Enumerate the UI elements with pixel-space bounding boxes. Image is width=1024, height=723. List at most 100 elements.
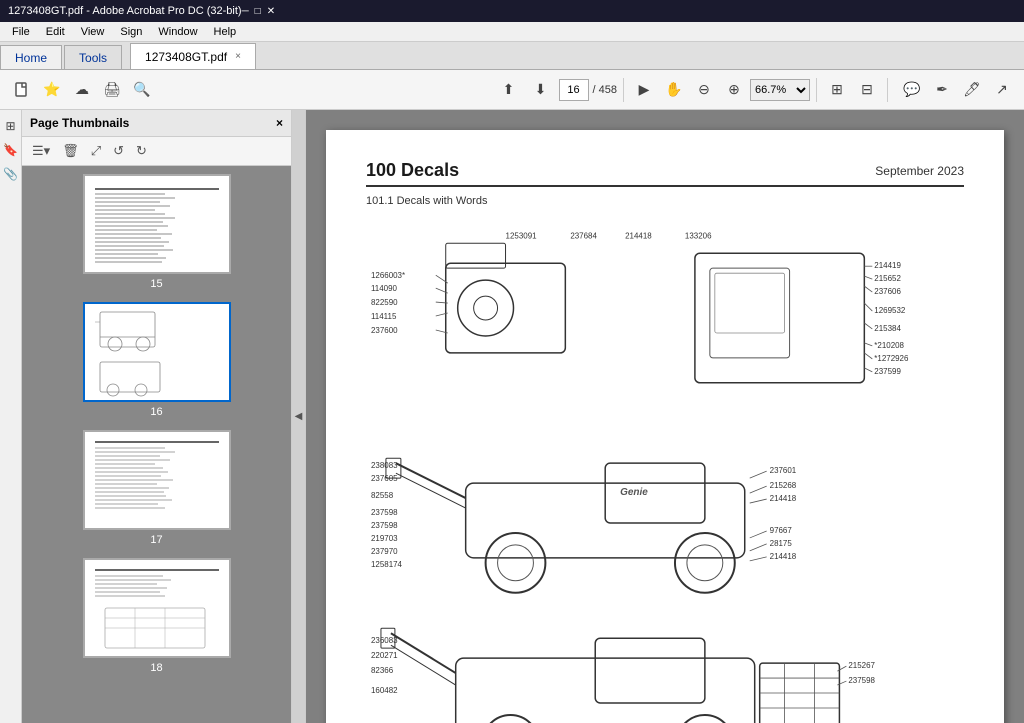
zoom-in-btn[interactable]: ⊕ — [720, 76, 748, 104]
menu-view[interactable]: View — [73, 22, 113, 41]
print-btn[interactable]: 🖨 — [98, 76, 126, 104]
menu-sign[interactable]: Sign — [112, 22, 150, 41]
thumbnail-label-18: 18 — [150, 662, 162, 674]
svg-text:28175: 28175 — [770, 539, 793, 548]
new-file-btn[interactable] — [8, 76, 36, 104]
svg-text:215268: 215268 — [770, 481, 797, 490]
menu-bar: File Edit View Sign Window Help — [0, 22, 1024, 42]
menu-file[interactable]: File — [4, 22, 38, 41]
svg-text:236083: 236083 — [371, 636, 398, 645]
tab-home[interactable]: Home — [0, 45, 62, 69]
toolbar: ⭐ ☁ 🖨 🔍 ⬆ ⬇ / 458 ▶ ✋ ⊖ ⊕ 66.7% 50% 75% … — [0, 70, 1024, 110]
thumbnail-item[interactable]: 18 — [83, 558, 231, 674]
pdf-header: 100 Decals September 2023 — [366, 160, 964, 187]
zoom-out-btn[interactable]: ⊖ — [690, 76, 718, 104]
prev-page-btn[interactable]: ⬆ — [495, 76, 523, 104]
tab-tools[interactable]: Tools — [64, 45, 122, 69]
sidebar-toolbar: ☰▾ 🗑 ⤢ ↺ ↻ — [22, 137, 291, 166]
svg-text:Genie: Genie — [620, 487, 648, 498]
svg-text:237599: 237599 — [874, 367, 901, 376]
highlight-btn[interactable]: 🖊 — [958, 76, 986, 104]
tab-doc-title: 1273408GT.pdf — [145, 50, 227, 64]
sidebar-undo-btn[interactable]: ↺ — [109, 141, 128, 161]
svg-text:220271: 220271 — [371, 651, 398, 660]
svg-text:82366: 82366 — [371, 666, 394, 675]
layers-icon[interactable]: ⊞ — [1, 116, 21, 136]
thumbnail-item[interactable]: 15 — [83, 174, 231, 290]
left-icon-panel: ⊞ 🔖 📎 — [0, 110, 22, 723]
next-page-btn[interactable]: ⬇ — [527, 76, 555, 104]
bookmark-btn[interactable]: ⭐ — [38, 76, 66, 104]
sidebar-menu-btn[interactable]: ☰▾ — [28, 141, 54, 161]
bookmarks-icon[interactable]: 🔖 — [1, 140, 21, 160]
thumbnail-item[interactable]: 17 — [83, 430, 231, 546]
comment-btn[interactable]: 💬 — [898, 76, 926, 104]
pdf-diagram-2: Genie 238083 237605 82558 237598 237598 … — [366, 433, 964, 603]
thumbnail-preview-18 — [85, 558, 229, 658]
tab-document[interactable]: 1273408GT.pdf × — [130, 43, 256, 69]
close-btn[interactable]: ✕ — [267, 6, 275, 17]
pdf-subsection: 101.1 Decals with Words — [366, 195, 964, 207]
pdf-viewer[interactable]: 100 Decals September 2023 101.1 Decals w… — [306, 110, 1024, 723]
svg-text:237606: 237606 — [874, 287, 901, 296]
fit-width-btn[interactable]: ⊟ — [853, 76, 881, 104]
new-file-icon — [14, 82, 30, 98]
svg-text:214418: 214418 — [770, 494, 797, 503]
svg-text:114090: 114090 — [371, 284, 398, 293]
sidebar-collapse-handle[interactable]: ◀ — [292, 110, 306, 723]
svg-text:97667: 97667 — [770, 526, 793, 535]
svg-text:237601: 237601 — [770, 466, 797, 475]
svg-text:237598: 237598 — [371, 521, 398, 530]
thumbnails-container: 15 — [22, 166, 291, 723]
search-btn[interactable]: 🔍 — [128, 76, 156, 104]
thumbnail-frame-17[interactable] — [83, 430, 231, 530]
svg-text:238083: 238083 — [371, 461, 398, 470]
svg-text:82558: 82558 — [371, 491, 394, 500]
svg-text:214419: 214419 — [874, 261, 901, 270]
hand-tool-btn[interactable]: ✋ — [660, 76, 688, 104]
sidebar-close-btn[interactable]: × — [276, 116, 283, 130]
svg-text:214418: 214418 — [770, 552, 797, 561]
thumbnail-label-15: 15 — [150, 278, 162, 290]
separator-1 — [623, 78, 624, 102]
maximize-btn[interactable]: □ — [255, 6, 261, 17]
sidebar-extract-btn[interactable]: ⤢ — [87, 141, 105, 161]
diagram-1-svg: 1266003* 114090 822590 114115 237600 125… — [366, 223, 964, 423]
minimize-btn[interactable]: ─ — [242, 6, 249, 17]
attach-icon[interactable]: 📎 — [1, 164, 21, 184]
svg-text:215384: 215384 — [874, 324, 901, 333]
diagram-2-svg: Genie 238083 237605 82558 237598 237598 … — [366, 433, 964, 603]
thumbnail-item[interactable]: 16 — [83, 302, 231, 418]
sidebar-header: Page Thumbnails × — [22, 110, 291, 137]
pointer-tool-btn[interactable]: ▶ — [630, 76, 658, 104]
sidebar-title: Page Thumbnails — [30, 116, 129, 130]
svg-text:133206: 133206 — [685, 231, 712, 240]
fit-page-btn[interactable]: ⊞ — [823, 76, 851, 104]
sidebar-delete-btn[interactable]: 🗑 — [58, 141, 83, 161]
svg-text:237598: 237598 — [371, 508, 398, 517]
zoom-select[interactable]: 66.7% 50% 75% 100% 125% 150% — [750, 79, 810, 101]
page-number-input[interactable] — [559, 79, 589, 101]
menu-help[interactable]: Help — [206, 22, 245, 41]
thumbnail-preview-15 — [85, 174, 229, 274]
svg-text:*210208: *210208 — [874, 341, 904, 350]
thumbnail-frame-15[interactable] — [83, 174, 231, 274]
svg-text:237970: 237970 — [371, 547, 398, 556]
main-content: ⊞ 🔖 📎 Page Thumbnails × ☰▾ 🗑 ⤢ ↺ ↻ — [0, 110, 1024, 723]
diagram-3-svg: 236083 220271 82366 160482 1266002* 2152… — [366, 613, 964, 723]
svg-text:822590: 822590 — [371, 298, 398, 307]
sidebar-redo-btn[interactable]: ↻ — [132, 141, 151, 161]
menu-window[interactable]: Window — [150, 22, 205, 41]
tab-close-btn[interactable]: × — [235, 51, 241, 62]
open-btn[interactable]: ☁ — [68, 76, 96, 104]
svg-text:*1272926: *1272926 — [874, 354, 909, 363]
thumbnail-frame-18[interactable] — [83, 558, 231, 658]
zoom-controls: ⊖ ⊕ 66.7% 50% 75% 100% 125% 150% — [690, 76, 810, 104]
title-bar-controls: ─ □ ✕ — [242, 6, 276, 17]
thumbnail-frame-16[interactable] — [83, 302, 231, 402]
pen-btn[interactable]: ✒ — [928, 76, 956, 104]
sidebar: Page Thumbnails × ☰▾ 🗑 ⤢ ↺ ↻ — [22, 110, 292, 723]
svg-text:215267: 215267 — [848, 661, 875, 670]
menu-edit[interactable]: Edit — [38, 22, 73, 41]
share-btn[interactable]: ↗ — [988, 76, 1016, 104]
